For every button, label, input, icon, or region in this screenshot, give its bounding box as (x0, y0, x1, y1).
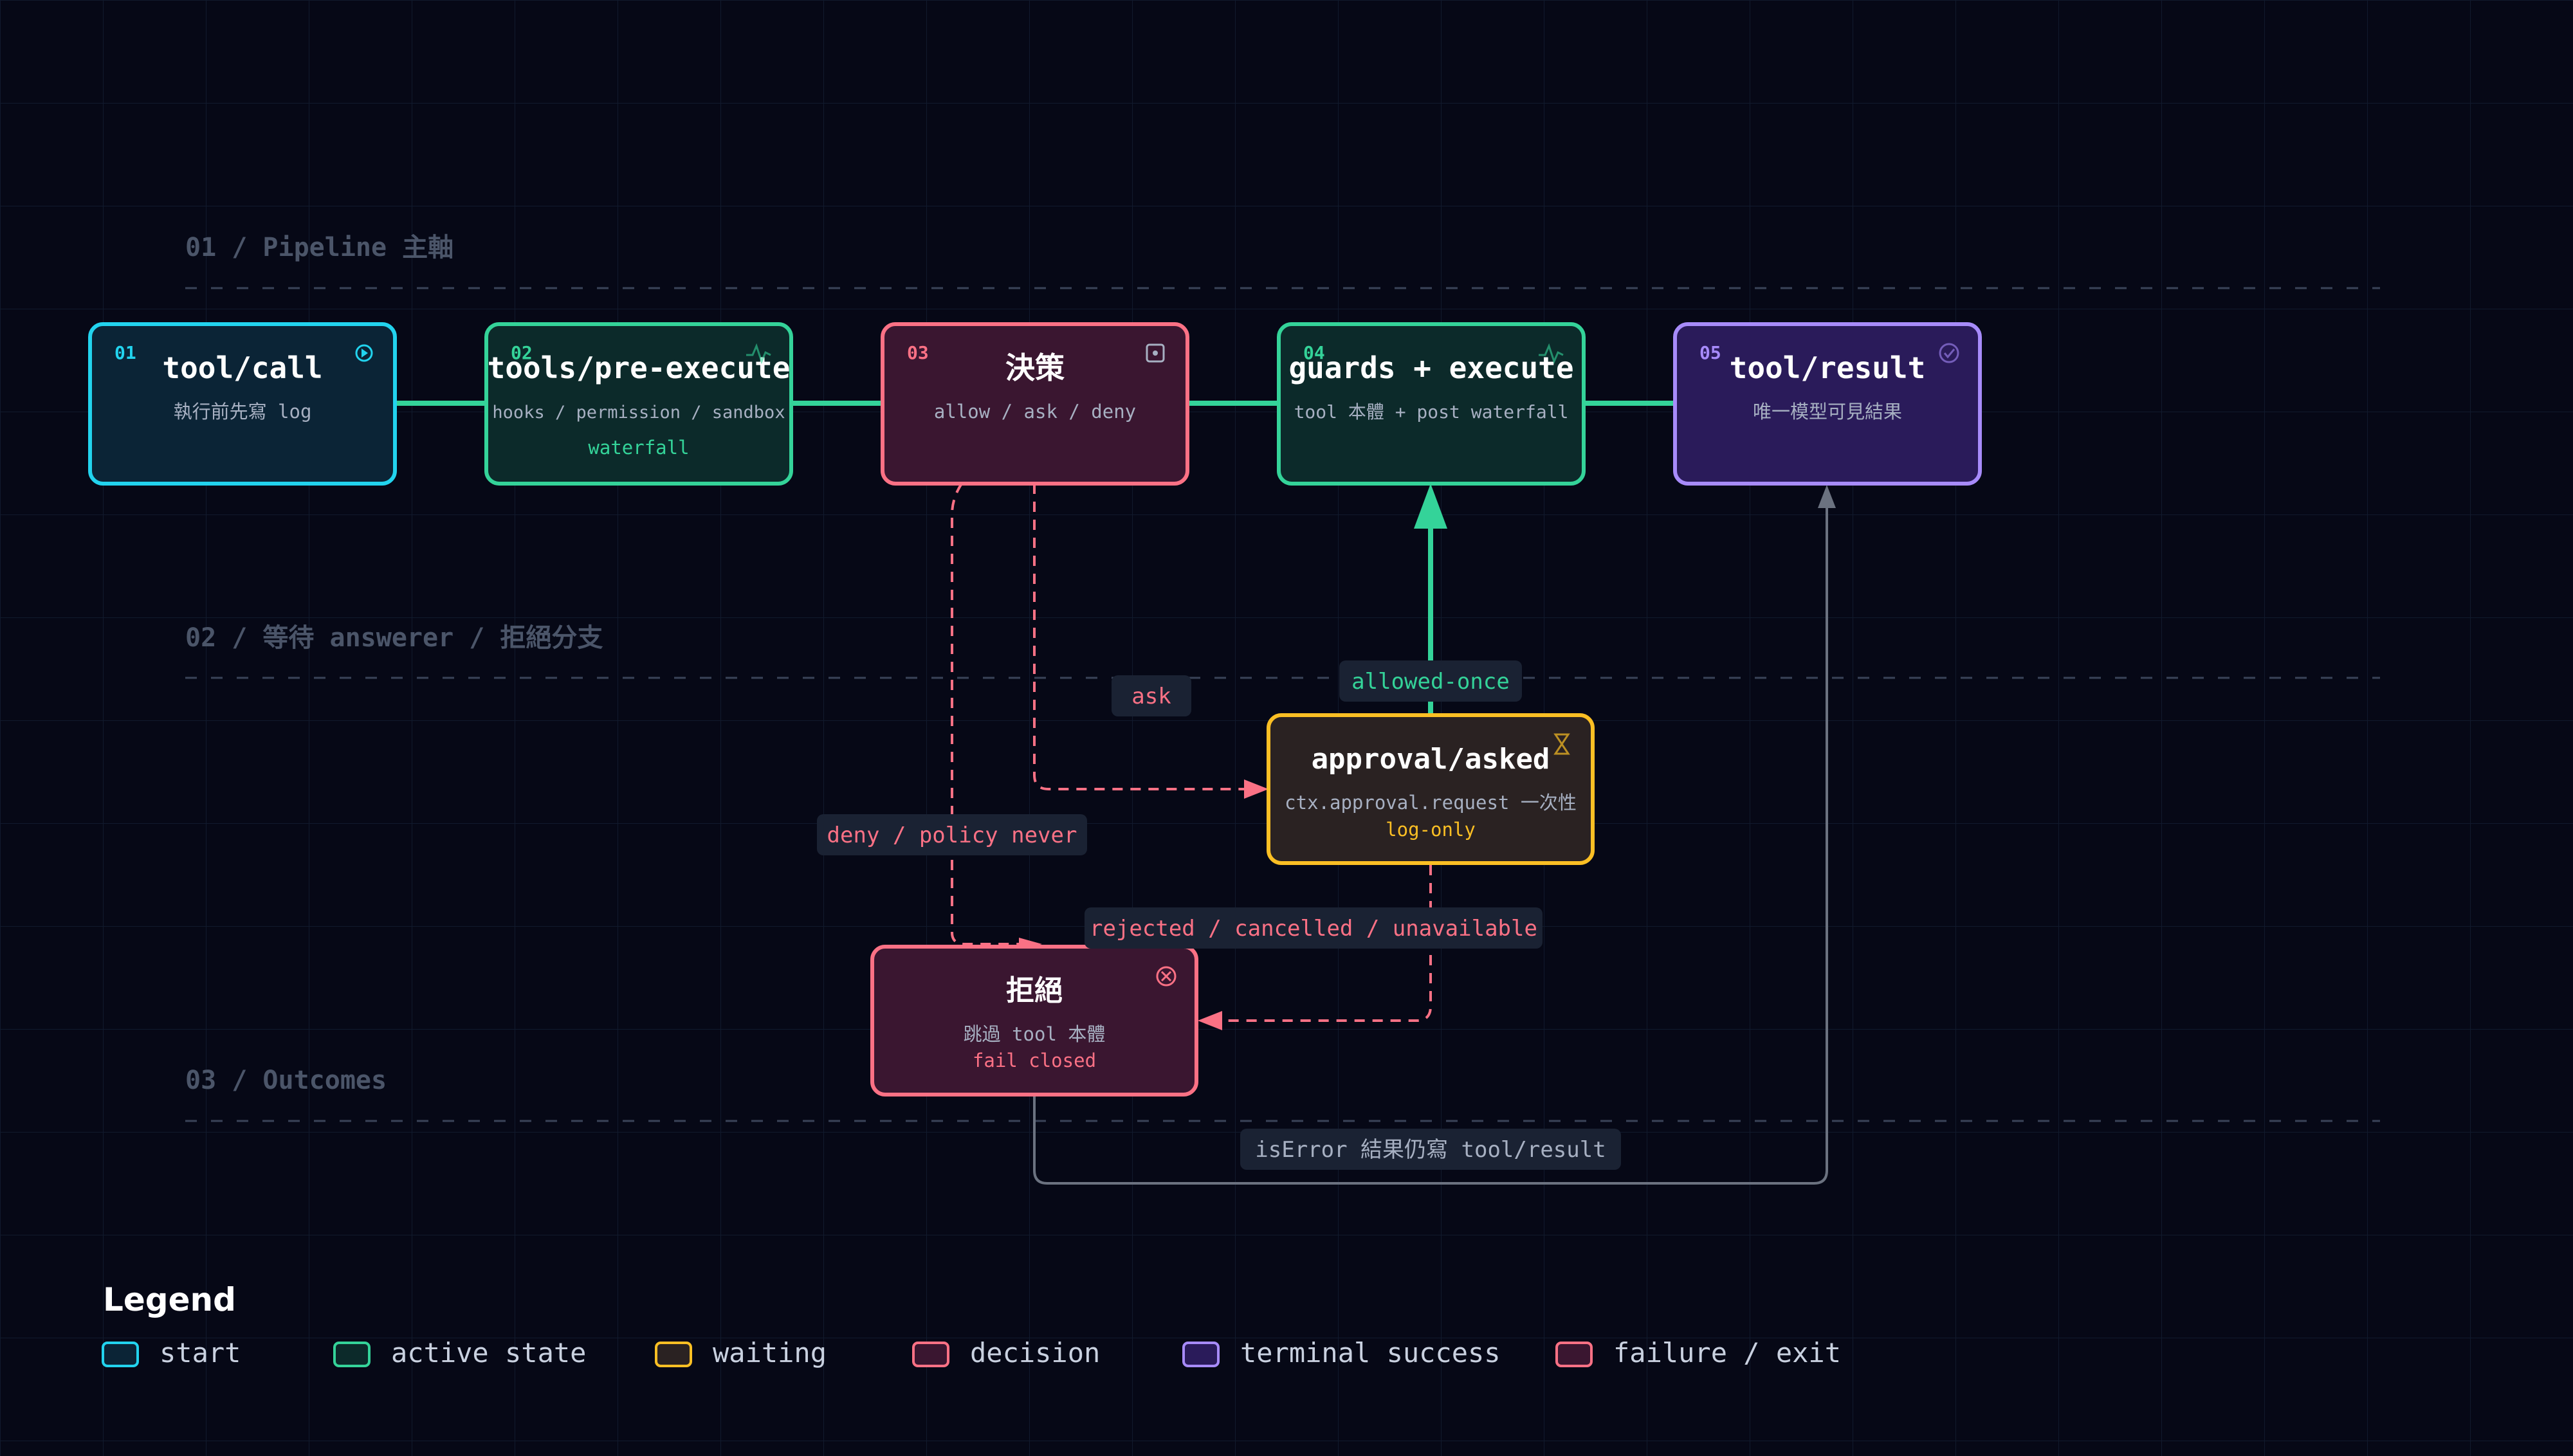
legend-swatch (102, 1342, 139, 1367)
node-box (1267, 713, 1595, 865)
node-approval-asked[interactable]: approval/asked ctx.approval.request 一次性 … (1267, 713, 1595, 865)
node-title: tools/pre-execute (488, 350, 791, 385)
node-title: 決策 (1005, 350, 1065, 385)
edge-label-text: ask (1131, 684, 1171, 709)
node-title: guards + execute (1288, 350, 1573, 385)
legend-swatch (655, 1342, 692, 1367)
node-tool-call[interactable]: 01 tool/call 執行前先寫 log (88, 322, 397, 486)
node-title: tool/result (1730, 350, 1926, 385)
edge-label-is-error: isError 結果仍寫 tool/result (1240, 1129, 1621, 1170)
node-guards-execute[interactable]: 04 guards + execute tool 本體 + post water… (1277, 322, 1586, 486)
legend-swatch (1555, 1342, 1593, 1367)
legend-label: active state (391, 1337, 586, 1369)
edge-label-text: deny / policy never (827, 823, 1077, 848)
state-diagram: 01 / Pipeline 主軸 02 / 等待 answerer / 拒絕分支… (0, 0, 2573, 1456)
node-title: tool/call (162, 350, 322, 385)
node-subtitle: ctx.approval.request 一次性 (1285, 792, 1577, 814)
node-subtitle: 跳過 tool 本體 (964, 1023, 1106, 1045)
node-reject[interactable]: 拒絕 跳過 tool 本體 fail closed (870, 945, 1198, 1097)
edge-label-text: isError 結果仍寫 tool/result (1255, 1137, 1606, 1163)
edge-label-ask: ask (1112, 675, 1191, 716)
edge-label-text: allowed-once (1351, 669, 1510, 695)
node-title: 拒絕 (1006, 974, 1063, 1007)
node-box (870, 945, 1198, 1097)
node-subtitle: 唯一模型可見結果 (1753, 401, 1902, 423)
section-title: 02 / 等待 answerer / 拒絕分支 (185, 623, 603, 653)
legend-label: failure / exit (1613, 1337, 1841, 1369)
node-subtitle: 執行前先寫 log (174, 401, 312, 423)
node-note: waterfall (588, 437, 689, 459)
node-number: 03 (907, 342, 929, 363)
node-title: approval/asked (1312, 743, 1550, 776)
edge-label-rejected: rejected / cancelled / unavailable (1085, 907, 1543, 949)
legend-label: start (160, 1337, 241, 1369)
legend-label: waiting (713, 1337, 827, 1369)
edge-label-deny: deny / policy never (817, 814, 1087, 855)
legend-swatch (1182, 1342, 1220, 1367)
legend-label: terminal success (1240, 1337, 1501, 1369)
node-subtitle: tool 本體 + post waterfall (1294, 401, 1569, 423)
legend-swatch (912, 1342, 949, 1367)
node-subtitle: hooks / permission / sandbox (492, 403, 785, 423)
node-tool-result[interactable]: 05 tool/result 唯一模型可見結果 (1673, 322, 1982, 486)
legend-item-decision: decision (912, 1337, 1100, 1369)
node-number: 01 (114, 342, 136, 363)
legend-item-start: start (102, 1337, 241, 1369)
legend-item-waiting: waiting (655, 1337, 827, 1369)
legend-swatch (333, 1342, 371, 1367)
node-subtitle: allow / ask / deny (934, 401, 1136, 423)
legend-title: Legend (103, 1281, 236, 1318)
node-note: log-only (1386, 819, 1476, 841)
section-title: 01 / Pipeline 主軸 (185, 233, 453, 262)
edge-label-allowed-once: allowed-once (1339, 660, 1522, 702)
node-decision[interactable]: 03 決策 allow / ask / deny (881, 322, 1189, 486)
node-pre-execute[interactable]: 02 tools/pre-execute hooks / permission … (484, 322, 793, 486)
node-note: fail closed (973, 1050, 1096, 1071)
section-title: 03 / Outcomes (185, 1066, 387, 1095)
legend-label: decision (970, 1337, 1100, 1369)
edge-label-text: rejected / cancelled / unavailable (1090, 916, 1537, 942)
node-number: 05 (1699, 342, 1721, 363)
